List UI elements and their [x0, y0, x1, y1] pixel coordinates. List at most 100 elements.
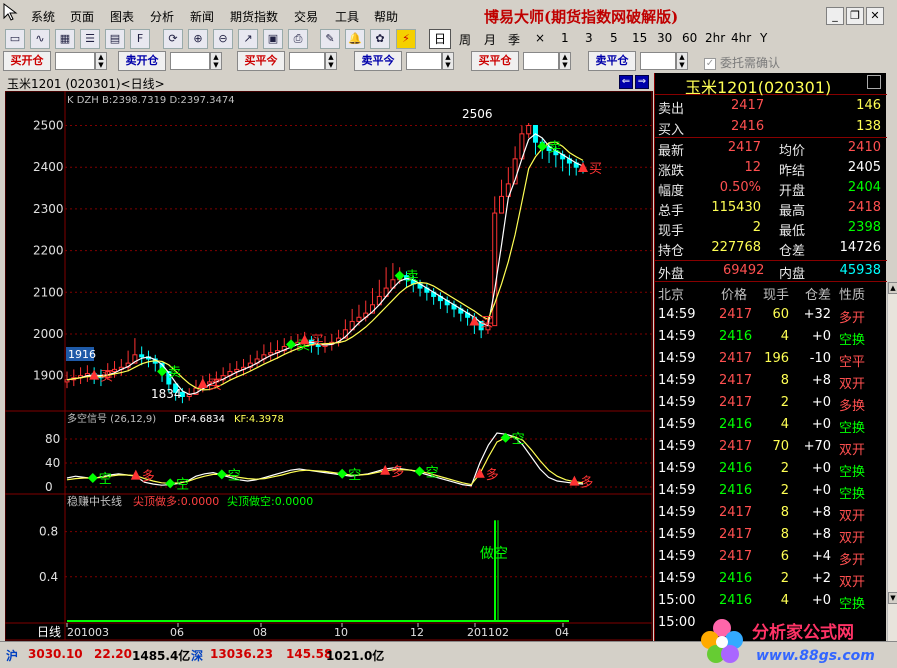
menu-tools[interactable]: 工具 [335, 8, 359, 25]
sell-close-today-button[interactable]: 卖平今 [354, 51, 402, 71]
marker-label: 多 [486, 467, 499, 483]
restore-icon[interactable]: ❐ [846, 7, 864, 25]
grid-icon[interactable]: ▤ [105, 29, 125, 49]
tick-time: 14:59 [658, 571, 696, 586]
tick-diff: +0 [811, 593, 831, 608]
open-icon[interactable]: ▭ [5, 29, 25, 49]
buy-close-button[interactable]: 买平仓 [471, 51, 519, 71]
marker-label: 空 [426, 465, 439, 480]
chart-area[interactable]: 玉米1201 (020301)<日线> ⇐ ⇒ 1900 2000 2100 2200… [5, 73, 653, 641]
sell-close-today-spin[interactable]: ▲ ▼ [442, 52, 454, 70]
th-price: 价格 [721, 288, 748, 303]
tick-row: 14:59 2417 70 +70 双开 [655, 437, 887, 458]
list-icon[interactable]: ☰ [80, 29, 100, 49]
period-2hr[interactable]: 2hr [705, 31, 725, 45]
app-logo-icon[interactable] [2, 2, 22, 22]
inside-label: 内盘 [779, 267, 806, 282]
buy-open-price-input[interactable] [55, 52, 95, 70]
menu-news[interactable]: 新闻 [190, 8, 214, 25]
buy-close-spin[interactable]: ▲ ▼ [559, 52, 571, 70]
zoom-out-icon[interactable]: ⊖ [213, 29, 233, 49]
puzzle-icon[interactable]: ✿ [370, 29, 390, 49]
panel-toggle-icon[interactable] [867, 75, 881, 89]
tick-row: 14:59 2417 60 +32 多开 [655, 305, 887, 326]
outside-label: 外盘 [658, 267, 685, 282]
period-15min[interactable]: 15 [632, 31, 647, 45]
print-icon[interactable]: ⎙ [288, 29, 308, 49]
period-month[interactable]: 月 [484, 31, 496, 48]
buy-open-spin[interactable]: ▲ ▼ [95, 52, 107, 70]
marker-label: 买 [480, 315, 493, 330]
price-tick-label: 2200 [33, 244, 64, 258]
period-1min[interactable]: 1 [561, 31, 569, 45]
sell-close-spin[interactable]: ▲ ▼ [676, 52, 688, 70]
short-marker-icon [414, 466, 425, 477]
marker-label: 空 [176, 477, 189, 492]
scroll-up-icon[interactable]: ▲ [888, 282, 897, 294]
buy-close-today-input[interactable] [289, 52, 325, 70]
period-custom[interactable]: × [535, 31, 545, 45]
buy-close-today-spin[interactable]: ▲ ▼ [325, 52, 337, 70]
check-icon: ✓ [704, 57, 716, 70]
menu-analysis[interactable]: 分析 [150, 8, 174, 25]
confirm-checkbox[interactable]: ✓ 委托需确认 [704, 54, 780, 71]
period-quarter[interactable]: 季 [508, 31, 520, 48]
pointer-icon[interactable]: ↗ [238, 29, 258, 49]
sell-close-input[interactable] [640, 52, 676, 70]
tick-diff: +0 [811, 395, 831, 410]
alarm-icon[interactable]: 🔔 [345, 29, 365, 49]
period-5min[interactable]: 5 [610, 31, 618, 45]
period-day-button[interactable]: 日 [429, 29, 451, 49]
low-label: 1834 [151, 387, 182, 401]
signal-kf: KF:4.3978 [234, 414, 284, 425]
zoom-in-icon[interactable]: ⊕ [188, 29, 208, 49]
short-marker-icon [87, 473, 98, 483]
sell-open-price-input[interactable] [170, 52, 210, 70]
minimize-icon[interactable]: _ [826, 7, 844, 25]
menu-chart[interactable]: 图表 [110, 8, 134, 25]
buy-close-input[interactable] [523, 52, 559, 70]
th-time: 北京 [658, 288, 685, 303]
menu-futures-index[interactable]: 期货指数 [230, 8, 278, 25]
menu-system[interactable]: 系统 [31, 8, 55, 25]
period-30min[interactable]: 30 [657, 31, 672, 45]
watermark-line1: 分析家公式网 [752, 622, 854, 643]
bolt-icon[interactable]: ⚡ [396, 29, 416, 49]
chart-next-icon[interactable]: ⇒ [635, 75, 649, 89]
chart-prev-icon[interactable]: ⇐ [619, 75, 633, 89]
period-year[interactable]: Y [760, 31, 767, 45]
tick-time: 14:59 [658, 505, 696, 520]
marker-label: 多 [391, 464, 404, 480]
period-week[interactable]: 周 [459, 31, 471, 48]
period-3min[interactable]: 3 [585, 31, 593, 45]
tick-diff: -10 [809, 351, 831, 366]
fio-icon[interactable]: F [130, 29, 150, 49]
table-icon[interactable]: ▦ [55, 29, 75, 49]
close-icon[interactable]: ✕ [866, 7, 884, 25]
period-60min[interactable]: 60 [682, 31, 697, 45]
menu-page[interactable]: 页面 [70, 8, 94, 25]
tick-time: 14:59 [658, 395, 696, 410]
sell-open-button[interactable]: 卖开仓 [118, 51, 166, 71]
draw-icon[interactable]: ✎ [320, 29, 340, 49]
refresh-icon[interactable]: ⟳ [163, 29, 183, 49]
buy-open-button[interactable]: 买开仓 [3, 51, 51, 71]
line-chart-icon[interactable]: ∿ [30, 29, 50, 49]
stat-row: 现手 2 最低 2398 [655, 218, 887, 239]
menu-help[interactable]: 帮助 [374, 8, 398, 25]
tick-time: 14:59 [658, 351, 696, 366]
tick-scrollbar[interactable]: ▲ ▼ [887, 282, 897, 641]
sell-close-today-input[interactable] [406, 52, 442, 70]
scroll-down-icon[interactable]: ▼ [888, 592, 897, 604]
period-4hr[interactable]: 4hr [731, 31, 751, 45]
sell-close-button[interactable]: 卖平仓 [588, 51, 636, 71]
menu-trade[interactable]: 交易 [294, 8, 318, 25]
stat-value: 0.50% [719, 180, 761, 195]
bottom-header: 稳赚中长线 [67, 494, 122, 508]
tick-diff: +8 [811, 373, 831, 388]
marker-label: 卖 [406, 270, 419, 285]
buy-close-today-button[interactable]: 买平今 [237, 51, 285, 71]
window-icon[interactable]: ▣ [263, 29, 283, 49]
sell-open-spin[interactable]: ▲ ▼ [210, 52, 222, 70]
short-marker-icon [337, 468, 348, 479]
